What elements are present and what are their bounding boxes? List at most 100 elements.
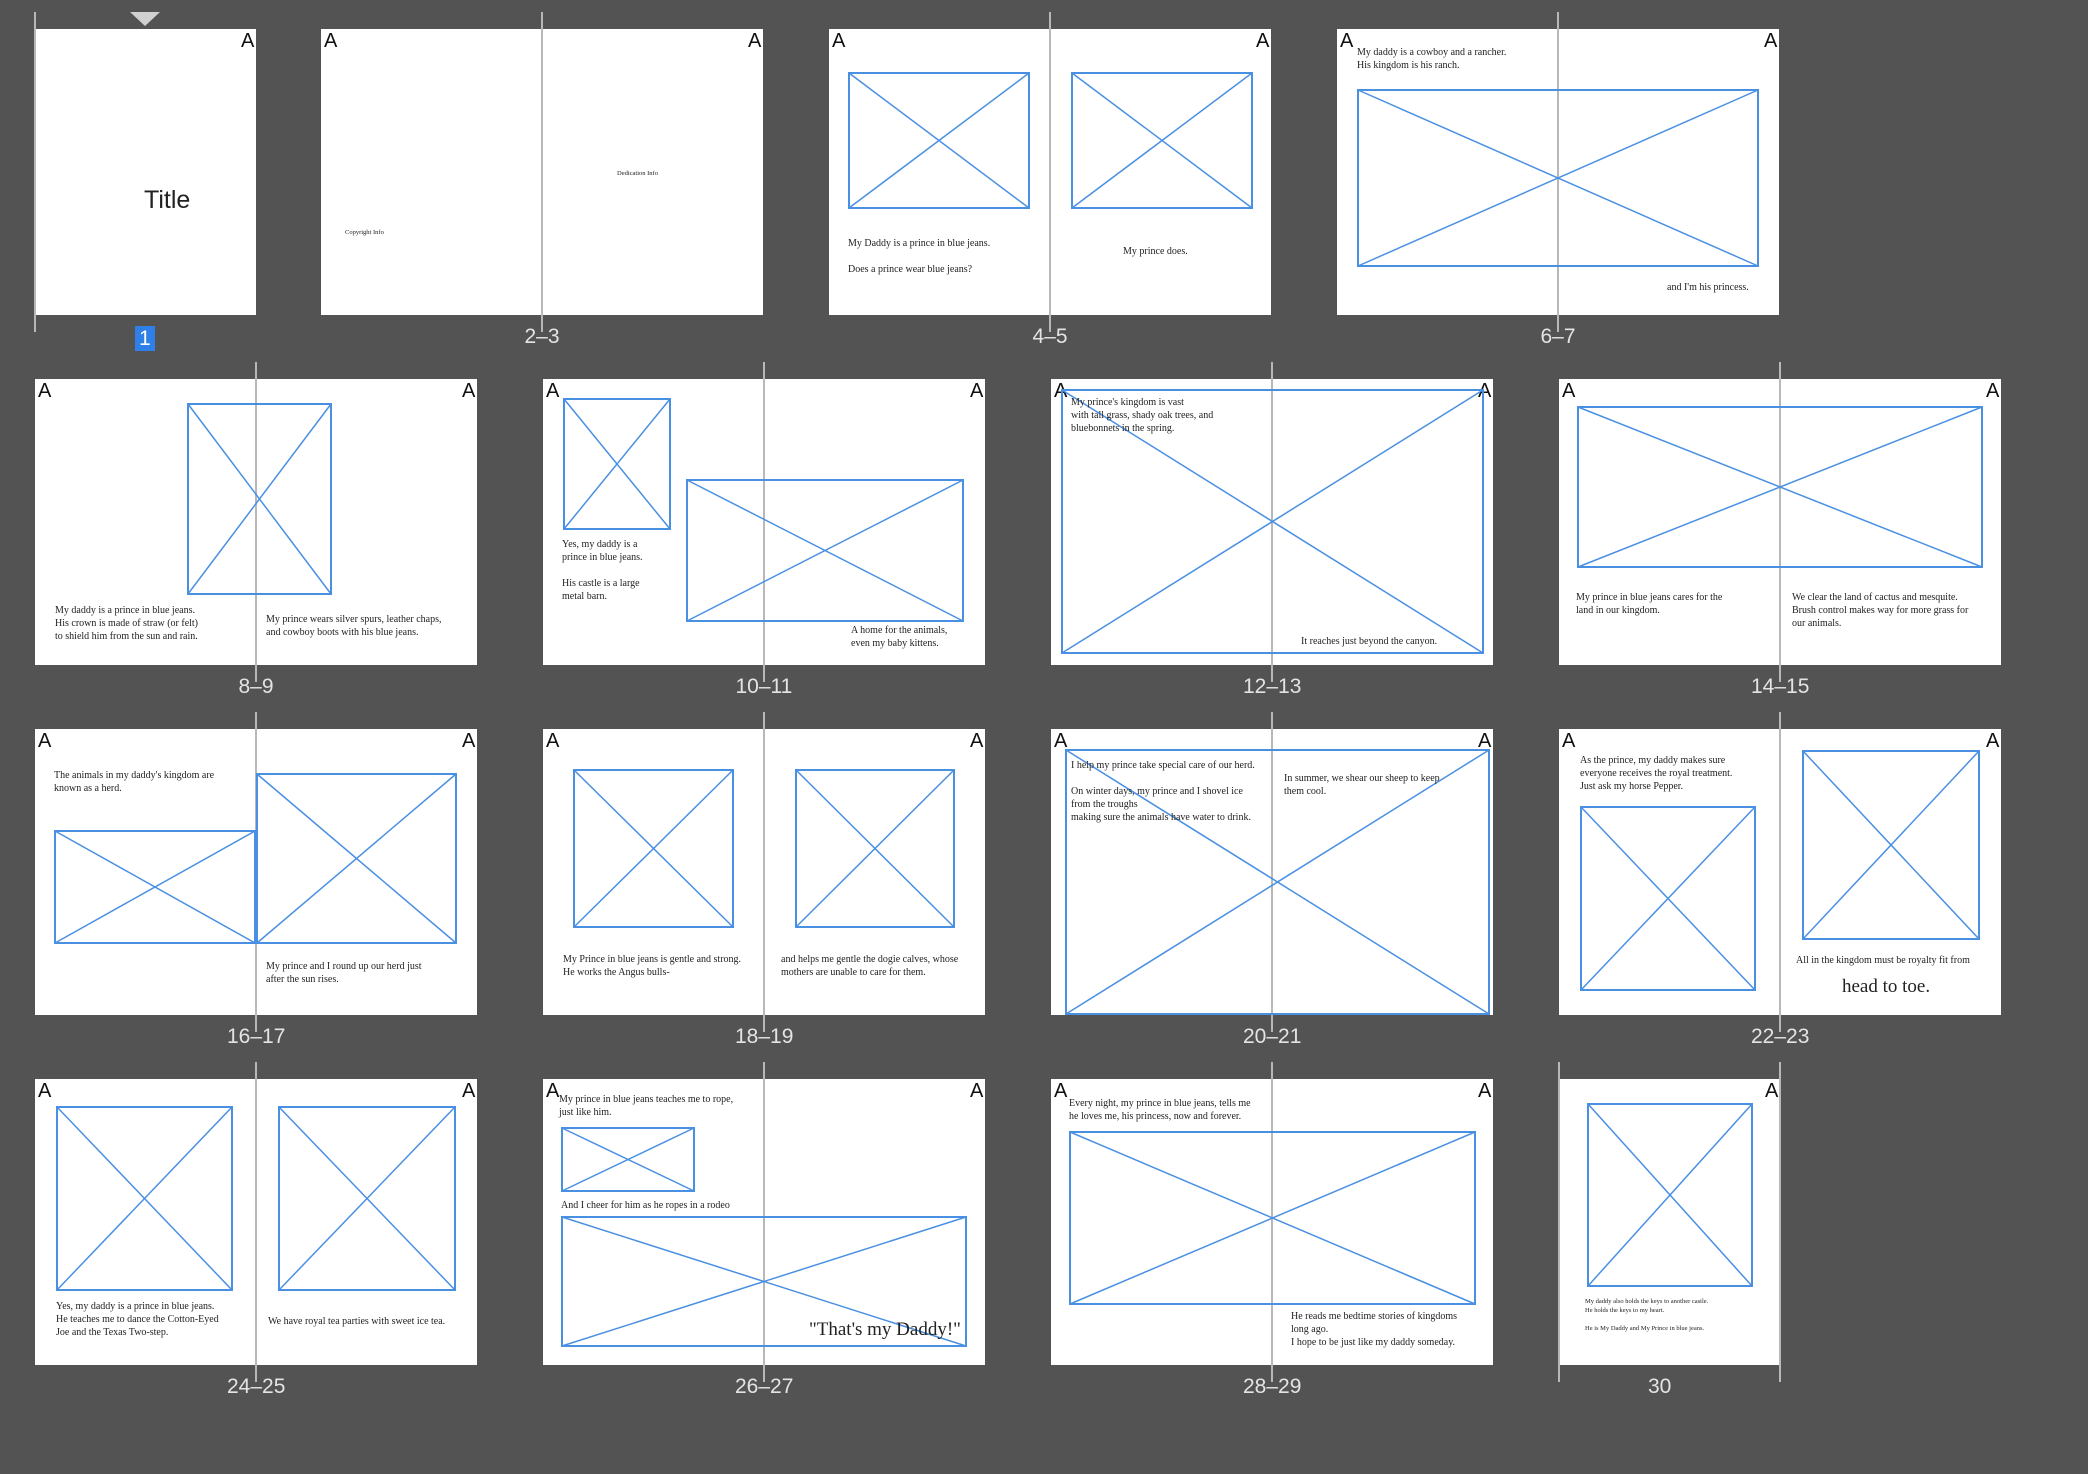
image-placeholder-frame[interactable] xyxy=(1802,750,1980,940)
image-placeholder-frame[interactable] xyxy=(848,72,1030,209)
page-spread[interactable]: A A The animals in my daddy's kingdom are … xyxy=(35,712,477,1047)
page-number-label[interactable]: 30 xyxy=(1648,1376,1671,1397)
text-frame: He reads me bedtime stories of kingdoms … xyxy=(1291,1311,1458,1348)
page-number-label[interactable]: 4–5 xyxy=(1033,326,1068,347)
placeholder-cross-icon xyxy=(1357,89,1759,267)
page-number-label[interactable]: 12–13 xyxy=(1243,676,1301,697)
image-placeholder-frame[interactable] xyxy=(256,773,457,944)
image-placeholder-frame[interactable] xyxy=(1069,1131,1476,1305)
page-spread[interactable]: A A My daddy is a cowboy and a rancher. Hi… xyxy=(1337,12,1779,347)
master-page-label: A xyxy=(1764,30,1778,52)
page-number-label[interactable]: 18–19 xyxy=(735,1026,793,1047)
page-spread[interactable]: A A Yes, my daddy is a prince in blue jean… xyxy=(35,1062,477,1397)
master-page-label: A xyxy=(462,730,476,752)
text-frame: My daddy is a prince in blue jeans. His … xyxy=(55,605,199,642)
master-page-label: A xyxy=(241,30,255,52)
placeholder-cross-icon xyxy=(1577,406,1983,568)
spread-spine xyxy=(1049,12,1051,332)
image-placeholder-frame[interactable] xyxy=(795,769,955,928)
page-spread[interactable]: AAI help my prince take special care of … xyxy=(1051,712,1493,1047)
page-thumbnail[interactable] xyxy=(321,29,542,315)
master-page-label: A xyxy=(546,730,560,752)
page-number-label[interactable]: 1 xyxy=(135,326,155,351)
master-page-label: A xyxy=(546,380,560,402)
image-placeholder-frame[interactable] xyxy=(187,403,332,595)
placeholder-cross-icon xyxy=(1071,72,1253,209)
page-number-label[interactable]: 8–9 xyxy=(239,676,274,697)
master-page-label: A xyxy=(1478,1080,1492,1102)
master-page-label: A xyxy=(970,380,984,402)
page-number-label[interactable]: 22–23 xyxy=(1751,1026,1809,1047)
master-page-label: A xyxy=(832,30,846,52)
page-number-label[interactable]: 2–3 xyxy=(525,326,560,347)
image-placeholder-frame[interactable] xyxy=(1357,89,1759,267)
text-frame: As the prince, my daddy makes sure every… xyxy=(1580,755,1733,792)
text-frame: Every night, my prince in blue jeans, te… xyxy=(1069,1098,1251,1122)
page-spread[interactable]: A A As the prince, my daddy makes sure eve… xyxy=(1559,712,2001,1047)
text-frame: My prince and I round up our herd just a… xyxy=(266,961,422,985)
page-spread[interactable]: A A My Daddy is a prince in blue jeans. Do… xyxy=(829,12,1271,347)
text-frame: and I'm his princess. xyxy=(1667,282,1749,293)
text-frame: My Daddy is a prince in blue jeans. Does… xyxy=(848,238,991,275)
text-frame: We clear the land of cactus and mesquite… xyxy=(1792,592,1969,629)
page-number-label[interactable]: 16–17 xyxy=(227,1026,285,1047)
master-page-label: A xyxy=(1765,1080,1779,1102)
image-placeholder-frame[interactable] xyxy=(563,398,671,530)
image-placeholder-frame[interactable] xyxy=(54,830,256,944)
text-frame: And I cheer for him as he ropes in a rod… xyxy=(561,1200,730,1211)
text-frame: head to toe. xyxy=(1842,976,1931,997)
page-insertion-marker xyxy=(130,12,160,26)
page-number-label[interactable]: 6–7 xyxy=(1541,326,1576,347)
placeholder-cross-icon xyxy=(1580,806,1756,991)
text-frame: All in the kingdom must be royalty fit f… xyxy=(1796,955,1970,966)
page-number-label[interactable]: 24–25 xyxy=(227,1376,285,1397)
image-placeholder-frame[interactable] xyxy=(1580,806,1756,991)
page-number-label[interactable]: 14–15 xyxy=(1751,676,1809,697)
page-spread[interactable]: A A My daddy is a prince in blue jeans. Hi… xyxy=(35,362,477,697)
page-spread[interactable]: A A My Prince in blue jeans is gentle and … xyxy=(543,712,985,1047)
text-frame: Dedication Info xyxy=(617,170,658,177)
text-frame: My daddy also holds the keys to another … xyxy=(1585,1298,1709,1332)
placeholder-cross-icon xyxy=(686,479,964,622)
text-frame: Yes, my daddy is a prince in blue jeans.… xyxy=(56,1301,219,1338)
master-page-label: A xyxy=(1340,30,1354,52)
placeholder-cross-icon xyxy=(56,1106,233,1291)
image-placeholder-frame[interactable] xyxy=(561,1127,695,1192)
page-spread[interactable]: A A My prince in blue jeans cares for the … xyxy=(1559,362,2001,697)
image-placeholder-frame[interactable] xyxy=(1587,1103,1753,1287)
page-spread[interactable]: A My daddy also holds the keys to another… xyxy=(1558,1062,1781,1397)
master-page-label: A xyxy=(970,730,984,752)
placeholder-cross-icon xyxy=(278,1106,456,1291)
page-number-label[interactable]: 20–21 xyxy=(1243,1026,1301,1047)
placeholder-cross-icon xyxy=(1802,750,1980,940)
image-placeholder-frame[interactable] xyxy=(1577,406,1983,568)
master-page-label: A xyxy=(1986,730,2000,752)
text-frame: My prince does. xyxy=(1123,246,1188,257)
page-number-label[interactable]: 28–29 xyxy=(1243,1376,1301,1397)
page-spread[interactable]: A A Yes, my daddy is a prince in blue jean… xyxy=(543,362,985,697)
page-spread[interactable]: A Title 1 xyxy=(34,12,256,351)
page-spread[interactable]: A A Copyright Info Dedication Info 2–3 xyxy=(321,12,763,347)
master-page-label: A xyxy=(462,1080,476,1102)
master-page-label: A xyxy=(1562,730,1576,752)
page-number-label[interactable]: 10–11 xyxy=(736,676,793,697)
text-frame: In summer, we shear our sheep to keep th… xyxy=(1284,773,1440,797)
spread-spine xyxy=(1779,1062,1781,1382)
page-spread[interactable]: A A My prince in blue jeans teaches me to … xyxy=(543,1062,985,1397)
image-placeholder-frame[interactable] xyxy=(56,1106,233,1291)
master-page-label: A xyxy=(1054,1080,1068,1102)
page-number-label[interactable]: 26–27 xyxy=(735,1376,793,1397)
text-frame: and helps me gentle the dogie calves, wh… xyxy=(781,954,959,978)
image-placeholder-frame[interactable] xyxy=(1071,72,1253,209)
image-placeholder-frame[interactable] xyxy=(686,479,964,622)
page-spread[interactable]: A A My prince's kingdom is vast with tall … xyxy=(1051,362,1493,697)
text-frame: My prince in blue jeans teaches me to ro… xyxy=(559,1094,734,1118)
text-frame: My prince's kingdom is vast with tall gr… xyxy=(1071,397,1214,434)
text-frame: Yes, my daddy is a prince in blue jeans.… xyxy=(562,539,643,602)
placeholder-cross-icon xyxy=(573,769,734,928)
image-placeholder-frame[interactable] xyxy=(573,769,734,928)
page-thumbnail[interactable] xyxy=(35,29,256,315)
image-placeholder-frame[interactable] xyxy=(278,1106,456,1291)
page-spread[interactable]: A A Every night, my prince in blue jeans, … xyxy=(1051,1062,1493,1397)
text-frame: I help my prince take special care of ou… xyxy=(1071,760,1255,823)
